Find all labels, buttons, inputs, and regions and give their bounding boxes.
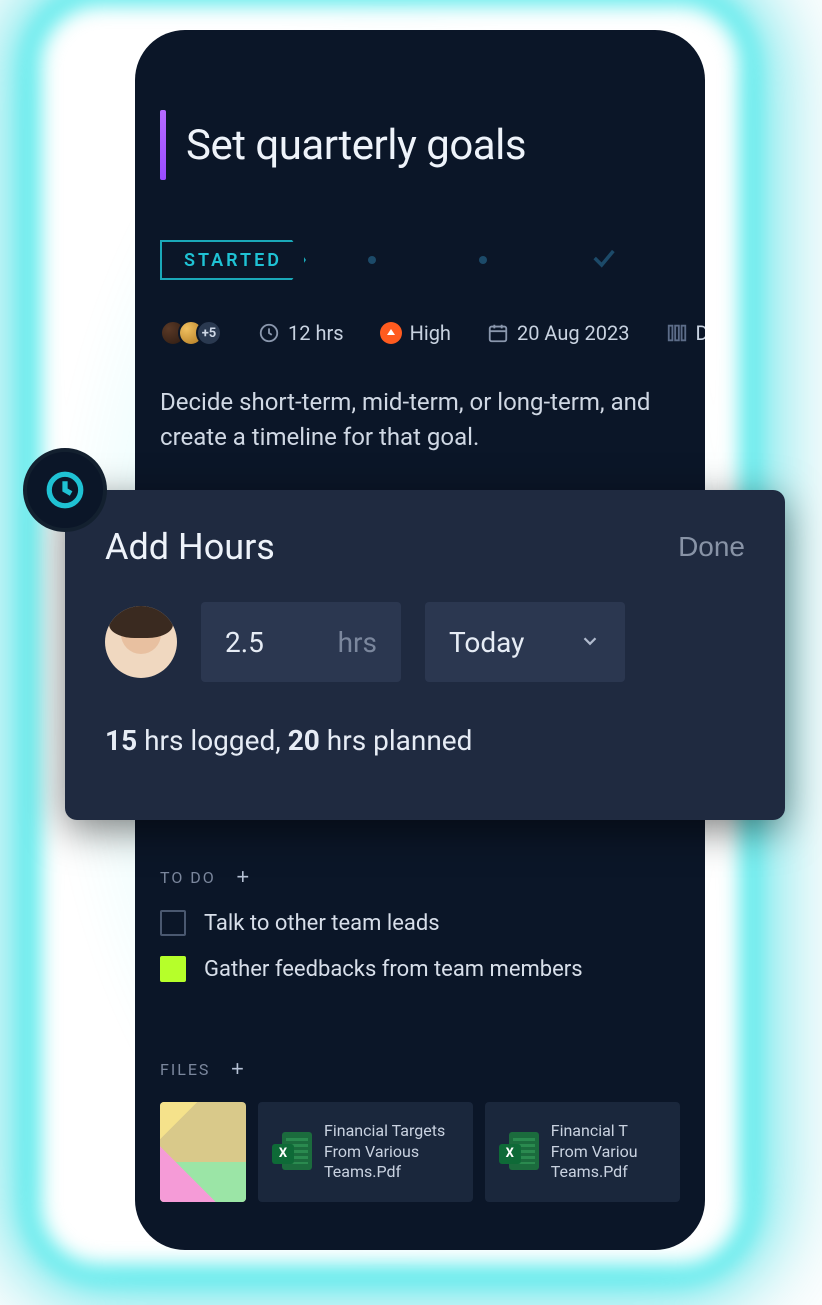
progress-dot — [479, 256, 487, 264]
section-title: TO DO — [160, 868, 216, 887]
excel-icon: X — [499, 1132, 539, 1172]
file-thumbnail[interactable] — [160, 1102, 246, 1202]
files-row: X Financial Targets From Various Teams.P… — [160, 1102, 680, 1202]
add-hours-panel: Add Hours Done 2.5 hrs Today 15 hrs logg… — [65, 490, 785, 820]
priority-meta[interactable]: High — [380, 321, 451, 345]
file-name: Financial T From Variou Teams.Pdf — [551, 1121, 638, 1183]
thumbnail-image — [160, 1102, 246, 1202]
date-meta[interactable]: 20 Aug 2023 — [487, 321, 630, 345]
column-meta[interactable]: D — [666, 321, 705, 345]
file-card[interactable]: X Financial Targets From Various Teams.P… — [258, 1102, 473, 1202]
planned-number: 20 — [288, 724, 320, 757]
logged-number: 15 — [105, 724, 137, 757]
status-label: STARTED — [184, 250, 282, 271]
todo-label: Gather feedbacks from team members — [204, 957, 583, 982]
excel-badge: X — [499, 1144, 521, 1164]
date-select[interactable]: Today — [425, 602, 625, 682]
task-title: Set quarterly goals — [186, 121, 526, 170]
section-header: TO DO + — [160, 866, 680, 888]
title-block: Set quarterly goals — [160, 110, 680, 180]
excel-icon: X — [272, 1132, 312, 1172]
hours-unit: hrs — [338, 626, 377, 659]
date-value: 20 Aug 2023 — [517, 321, 630, 345]
todo-label: Talk to other team leads — [204, 911, 440, 936]
checkbox-checked[interactable] — [160, 956, 186, 982]
todo-section: TO DO + Talk to other team leads Gather … — [160, 866, 680, 1002]
priority-label: High — [410, 321, 451, 345]
hours-meta[interactable]: 12 hrs — [258, 321, 344, 345]
progress-dot — [368, 256, 376, 264]
hours-summary: 15 hrs logged, 20 hrs planned — [105, 724, 745, 757]
meta-row: +5 12 hrs High 20 — [160, 318, 705, 348]
hours-value: 12 hrs — [288, 321, 344, 345]
chevron-down-icon — [579, 626, 601, 659]
priority-high-icon — [380, 322, 402, 344]
status-row: STARTED — [160, 240, 680, 280]
hours-input[interactable]: 2.5 hrs — [201, 602, 401, 682]
task-description: Decide short-term, mid-term, or long-ter… — [160, 385, 675, 455]
add-todo-button[interactable]: + — [232, 866, 254, 888]
title-accent-bar — [160, 110, 166, 180]
done-button[interactable]: Done — [678, 531, 745, 563]
clock-badge — [23, 448, 107, 532]
columns-icon — [666, 322, 688, 344]
status-progress-dots — [306, 244, 680, 276]
clock-icon — [258, 322, 280, 344]
user-avatar[interactable] — [105, 606, 177, 678]
assignees[interactable]: +5 — [160, 320, 222, 346]
excel-badge: X — [272, 1144, 294, 1164]
hours-value: 2.5 — [225, 626, 264, 659]
file-card[interactable]: X Financial T From Variou Teams.Pdf — [485, 1102, 680, 1202]
column-value: D — [696, 321, 705, 345]
files-section: FILES + X Financial Targets From Various… — [160, 1058, 680, 1202]
todo-item[interactable]: Gather feedbacks from team members — [160, 956, 680, 982]
date-value: Today — [449, 626, 524, 659]
avatar-more-count: +5 — [196, 320, 222, 346]
check-icon — [590, 244, 618, 276]
calendar-icon — [487, 322, 509, 344]
file-name: Financial Targets From Various Teams.Pdf — [324, 1121, 459, 1183]
add-file-button[interactable]: + — [226, 1058, 248, 1080]
section-header: FILES + — [160, 1058, 680, 1080]
checkbox-unchecked[interactable] — [160, 910, 186, 936]
status-chip[interactable]: STARTED — [160, 240, 306, 280]
section-title: FILES — [160, 1060, 210, 1079]
panel-title: Add Hours — [105, 526, 275, 568]
todo-item[interactable]: Talk to other team leads — [160, 910, 680, 936]
